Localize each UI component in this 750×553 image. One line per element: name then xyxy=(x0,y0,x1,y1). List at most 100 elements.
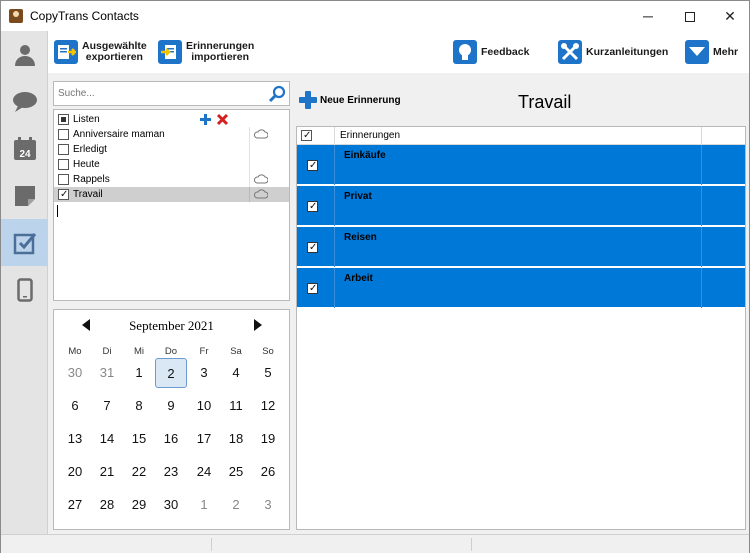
calendar-day[interactable]: 4 xyxy=(220,358,252,388)
next-month-button[interactable] xyxy=(254,319,262,331)
reminder-checkbox[interactable]: ✓ xyxy=(307,160,318,171)
calendar-day[interactable]: 26 xyxy=(252,457,284,487)
feedback-button[interactable]: Feedback xyxy=(453,37,529,67)
weekday-label: Mo xyxy=(68,346,82,357)
list-checkbox[interactable] xyxy=(58,159,69,170)
search-input[interactable] xyxy=(54,82,259,104)
reminder-checkbox[interactable]: ✓ xyxy=(307,283,318,294)
select-all-reminders-checkbox[interactable]: ✓ xyxy=(301,130,312,141)
calendar-day[interactable]: 13 xyxy=(59,424,91,454)
nav-calendar[interactable]: 24 xyxy=(1,125,48,172)
calendar-icon: 24 xyxy=(13,136,36,160)
status-bar xyxy=(1,534,749,553)
calendar-day[interactable]: 17 xyxy=(188,424,220,454)
list-checkbox[interactable]: ✓ xyxy=(58,189,69,200)
calendar-day[interactable]: 6 xyxy=(59,391,91,421)
list-item[interactable]: Rappels xyxy=(54,172,289,187)
list-item-selected[interactable]: ✓ Travail xyxy=(54,187,289,202)
list-item[interactable]: Erledigt xyxy=(54,142,289,157)
reminder-row[interactable]: ✓ Arbeit xyxy=(297,268,745,308)
reminders-header-row: ✓ Erinnerungen xyxy=(297,127,745,145)
calendar-day[interactable]: 10 xyxy=(188,391,220,421)
app-window: CopyTrans Contacts ─ ✕ 24 Ausgewählte ex… xyxy=(0,0,750,553)
reminder-row[interactable]: ✓ Einkäufe xyxy=(297,145,745,185)
reminder-checkbox[interactable]: ✓ xyxy=(307,242,318,253)
lightbulb-icon xyxy=(453,40,477,64)
calendar-day[interactable]: 22 xyxy=(123,457,155,487)
nav-contacts[interactable] xyxy=(1,31,48,78)
calendar-day[interactable]: 14 xyxy=(91,424,123,454)
calendar-day[interactable]: 7 xyxy=(91,391,123,421)
chat-bubble-icon xyxy=(12,91,37,112)
calendar-day[interactable]: 16 xyxy=(155,424,187,454)
calendar-day[interactable]: 28 xyxy=(91,490,123,520)
calendar-day[interactable]: 25 xyxy=(220,457,252,487)
import-label: Erinnerungen importieren xyxy=(186,40,255,63)
calendar-day[interactable]: 9 xyxy=(155,391,187,421)
quick-guides-button[interactable]: Kurzanleitungen xyxy=(558,37,668,67)
lists-header-label: Listen xyxy=(73,114,100,125)
app-logo-icon xyxy=(9,9,23,23)
calendar-day[interactable]: 31 xyxy=(91,358,123,388)
calendar-day[interactable]: 3 xyxy=(252,490,284,520)
minimize-button[interactable]: ─ xyxy=(625,1,671,31)
calendar-day[interactable]: 11 xyxy=(220,391,252,421)
calendar-day[interactable]: 1 xyxy=(123,358,155,388)
list-checkbox[interactable] xyxy=(58,144,69,155)
calendar-day[interactable]: 29 xyxy=(123,490,155,520)
search-icon[interactable] xyxy=(268,85,286,103)
more-label: Mehr xyxy=(713,45,739,58)
list-item[interactable]: Anniversaire maman xyxy=(54,127,289,142)
calendar-day-today[interactable]: 2 xyxy=(155,358,187,388)
calendar-day[interactable]: 1 xyxy=(188,490,220,520)
close-button[interactable]: ✕ xyxy=(707,1,750,31)
weekday-label: Do xyxy=(164,346,178,357)
reminder-row[interactable]: ✓ Privat xyxy=(297,186,745,226)
calendar-day[interactable]: 8 xyxy=(123,391,155,421)
list-item[interactable]: Heute xyxy=(54,157,289,172)
delete-list-icon[interactable] xyxy=(216,113,229,126)
list-title: Travail xyxy=(518,92,572,112)
list-item-label: Erledigt xyxy=(73,144,107,155)
list-checkbox[interactable] xyxy=(58,174,69,185)
calendar-day[interactable]: 3 xyxy=(188,358,220,388)
nav-notes[interactable] xyxy=(1,172,48,219)
calendar-day[interactable]: 15 xyxy=(123,424,155,454)
reminder-row[interactable]: ✓ Reisen xyxy=(297,227,745,267)
lists-panel: Listen Anniversaire maman Erledigt Heute xyxy=(53,109,290,301)
calendar-day[interactable]: 18 xyxy=(220,424,252,454)
calendar-day[interactable]: 30 xyxy=(155,490,187,520)
nav-messages[interactable] xyxy=(1,78,48,125)
list-checkbox[interactable] xyxy=(58,129,69,140)
nav-reminders[interactable] xyxy=(1,219,48,266)
calendar-day[interactable]: 2 xyxy=(220,490,252,520)
weekday-label: Fr xyxy=(199,346,209,357)
import-icon xyxy=(158,40,182,64)
calendar-day[interactable]: 21 xyxy=(91,457,123,487)
calendar-day[interactable]: 20 xyxy=(59,457,91,487)
cloud-icon xyxy=(254,129,268,139)
calendar-day[interactable]: 23 xyxy=(155,457,187,487)
import-reminders-button[interactable]: Erinnerungen importieren xyxy=(158,37,254,67)
calendar-day[interactable]: 27 xyxy=(59,490,91,520)
reminder-checkbox[interactable]: ✓ xyxy=(307,201,318,212)
reminder-label: Arbeit xyxy=(344,273,373,284)
calendar-day[interactable]: 12 xyxy=(252,391,284,421)
export-selected-button[interactable]: Ausgewählte exportieren xyxy=(54,37,147,67)
weekday-label: Mi xyxy=(133,346,145,357)
more-button[interactable]: Mehr xyxy=(685,37,738,67)
month-calendar: September 2021 Mo Di Mi Do Fr Sa So 30 31 1 2 3 4 5 6 7… xyxy=(53,309,290,530)
checkbox-list-icon xyxy=(13,232,36,254)
phone-icon xyxy=(16,277,33,302)
calendar-day[interactable]: 30 xyxy=(59,358,91,388)
list-item-label: Heute xyxy=(73,159,100,170)
calendar-day[interactable]: 19 xyxy=(252,424,284,454)
calendar-day[interactable]: 24 xyxy=(188,457,220,487)
new-reminder-button[interactable]: Neue Erinnerung xyxy=(299,89,401,111)
lists-header-row: Listen xyxy=(54,112,289,127)
nav-device[interactable] xyxy=(1,266,48,313)
add-list-icon[interactable] xyxy=(199,113,212,126)
select-all-lists-checkbox[interactable] xyxy=(58,114,69,125)
calendar-day[interactable]: 5 xyxy=(252,358,284,388)
search-box xyxy=(53,81,290,106)
